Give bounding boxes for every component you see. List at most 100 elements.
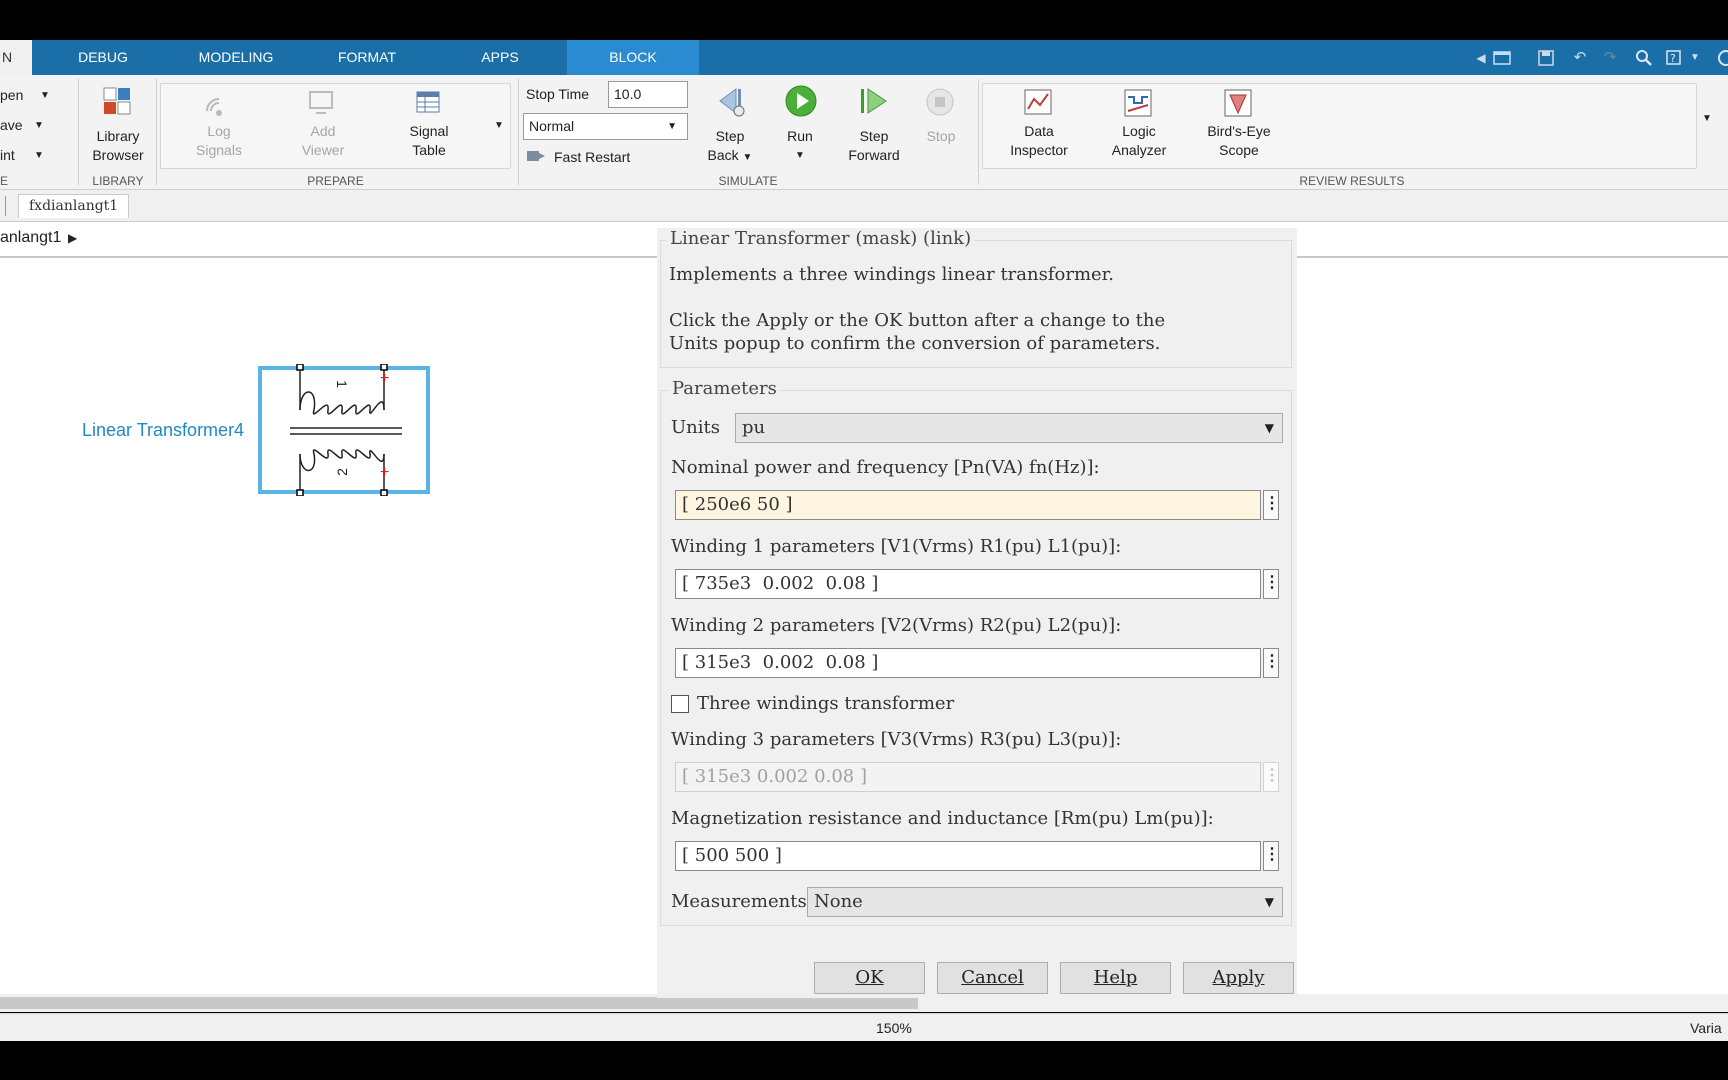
- open-button[interactable]: pen: [0, 86, 23, 105]
- help-icon[interactable]: ?: [1664, 48, 1684, 68]
- logic-analyzer-button[interactable]: Logic Analyzer: [1100, 122, 1178, 160]
- signal-table-button[interactable]: Signal Table: [396, 122, 462, 160]
- magnetization-input[interactable]: [ 500 500 ]: [675, 841, 1261, 871]
- data-inspector-button[interactable]: Data Inspector: [1000, 122, 1078, 160]
- stop-icon: [925, 87, 955, 122]
- add-viewer-button[interactable]: Add Viewer: [290, 122, 356, 160]
- winding-2-label: 2: [333, 468, 350, 476]
- step-back-button[interactable]: Step Back ▼: [700, 127, 760, 167]
- open-label: pen: [0, 87, 24, 103]
- winding-2-input[interactable]: [ 315e3 0.002 0.08 ]: [675, 648, 1261, 678]
- units-value: pu: [742, 417, 766, 438]
- layout-icon[interactable]: [1492, 48, 1512, 68]
- units-select[interactable]: pu ▼: [735, 413, 1283, 443]
- prepare-gallery-expand-icon[interactable]: ▼: [494, 116, 504, 135]
- block-name-label[interactable]: Linear Transformer4: [82, 420, 244, 441]
- chevron-down-icon[interactable]: ▼: [40, 86, 50, 105]
- tab-debug[interactable]: DEBUG: [58, 40, 148, 75]
- tab-apps[interactable]: APPS: [455, 40, 545, 75]
- stop-time-input[interactable]: 10.0: [608, 81, 688, 108]
- more-options-icon[interactable]: ⋮: [1263, 762, 1280, 792]
- log-signals-button[interactable]: Log Signals: [186, 122, 252, 160]
- logic-analyzer-label-2: Analyzer: [1111, 142, 1167, 158]
- step-forward-icon: [858, 85, 890, 122]
- help-button[interactable]: Help: [1060, 962, 1171, 994]
- help-label: Help: [1093, 967, 1138, 988]
- search-icon[interactable]: [1634, 48, 1654, 68]
- logic-analyzer-icon: [1124, 89, 1154, 124]
- toolbar-scroll-left-icon[interactable]: ◀: [1474, 48, 1488, 68]
- cancel-button[interactable]: Cancel: [937, 962, 1048, 994]
- chevron-down-icon[interactable]: ▼: [34, 146, 44, 165]
- step-back-icon: [714, 85, 746, 122]
- stop-button[interactable]: Stop: [914, 127, 968, 146]
- save-label: ave: [0, 117, 23, 133]
- winding-1-input[interactable]: [ 735e3 0.002 0.08 ]: [675, 569, 1261, 599]
- more-options-icon[interactable]: ⋮: [1263, 841, 1280, 871]
- circle-icon[interactable]: [1712, 48, 1728, 68]
- document-tab-bar: fxdianlangt1: [0, 190, 1728, 222]
- step-back-label-2: Back: [707, 147, 739, 163]
- step-forward-button[interactable]: Step Forward: [840, 127, 908, 165]
- breadcrumb-arrow-icon[interactable]: ▶: [68, 231, 77, 245]
- polarity-plus-bottom: +: [380, 464, 390, 481]
- ok-label: OK: [855, 967, 884, 988]
- simulation-mode-select[interactable]: Normal ▼: [523, 113, 688, 140]
- tab-simulation[interactable]: N: [0, 40, 32, 75]
- status-right-text[interactable]: Varia: [1690, 1020, 1722, 1036]
- run-button[interactable]: Run ▼: [772, 127, 828, 165]
- more-options-icon[interactable]: ⋮: [1263, 490, 1280, 520]
- tab-modeling[interactable]: MODELING: [188, 40, 284, 75]
- nominal-power-input[interactable]: [ 250e6 50 ]: [675, 490, 1261, 520]
- apply-button[interactable]: Apply: [1183, 962, 1294, 994]
- step-back-label: Step: [715, 128, 745, 144]
- stop-time-label: Stop Time: [526, 86, 590, 102]
- chevron-down-icon[interactable]: ▼: [1688, 48, 1702, 68]
- tab-block[interactable]: BLOCK: [567, 40, 699, 75]
- polarity-plus-top: +: [380, 370, 390, 387]
- measurements-select[interactable]: None ▼: [807, 887, 1283, 917]
- breadcrumb-model[interactable]: anlangt1: [0, 229, 61, 247]
- chevron-down-icon: ▼: [667, 121, 677, 132]
- block-parameters-dialog: Linear Transformer (mask) (link) Impleme…: [657, 228, 1297, 998]
- undo-icon[interactable]: ↶: [1570, 48, 1590, 68]
- tab-format[interactable]: FORMAT: [322, 40, 412, 75]
- save-button[interactable]: ave: [0, 116, 23, 135]
- add-viewer-icon: [308, 89, 338, 124]
- fast-restart-label: Fast Restart: [554, 149, 631, 165]
- step-forward-label-2: Forward: [848, 147, 900, 163]
- print-button[interactable]: int: [0, 146, 15, 165]
- review-results-gallery: [982, 83, 1697, 169]
- fast-restart-icon: [526, 148, 546, 169]
- library-browser-button[interactable]: Library Browser: [86, 127, 150, 165]
- fast-restart-button[interactable]: Fast Restart: [554, 148, 630, 167]
- winding-3-input[interactable]: [ 315e3 0.002 0.08 ]: [675, 762, 1261, 792]
- chevron-down-icon: ▼: [1264, 895, 1274, 909]
- tab-model-document[interactable]: fxdianlangt1: [18, 194, 130, 218]
- redo-icon[interactable]: ↷: [1600, 48, 1620, 68]
- chevron-down-icon: ▼: [742, 152, 753, 163]
- library-browser-label-2: Browser: [92, 147, 144, 163]
- scrollbar-thumb[interactable]: [0, 997, 918, 1009]
- save-icon[interactable]: [1536, 48, 1556, 68]
- review-results-group-label: REVIEW RESULTS: [1299, 174, 1405, 188]
- more-options-icon[interactable]: ⋮: [1263, 569, 1280, 599]
- birds-eye-scope-button[interactable]: Bird's-Eye Scope: [1196, 122, 1282, 160]
- chevron-down-icon[interactable]: ▼: [1702, 109, 1712, 128]
- divider: [156, 79, 157, 185]
- linear-transformer-block[interactable]: 1 2 + +: [258, 363, 430, 497]
- data-inspector-label-2: Inspector: [1010, 142, 1068, 158]
- window-bottom-bar: [0, 1041, 1728, 1080]
- divider: [518, 79, 519, 185]
- more-options-icon[interactable]: ⋮: [1263, 648, 1280, 678]
- three-windings-label[interactable]: Three windings transformer: [697, 693, 954, 714]
- toolstrip-ribbon: pen ▼ ave ▼ int ▼ E Library Browser LIBR…: [0, 75, 1728, 190]
- magnetization-label: Magnetization resistance and inductance …: [671, 808, 1214, 829]
- model-browser-toggle-icon[interactable]: [0, 196, 6, 216]
- window-top-bar: [0, 0, 1728, 40]
- ok-button[interactable]: OK: [814, 962, 925, 994]
- signal-table-label-2: Table: [412, 142, 446, 158]
- three-windings-checkbox[interactable]: [671, 695, 689, 713]
- signal-table-icon: [416, 91, 442, 122]
- chevron-down-icon[interactable]: ▼: [34, 116, 44, 135]
